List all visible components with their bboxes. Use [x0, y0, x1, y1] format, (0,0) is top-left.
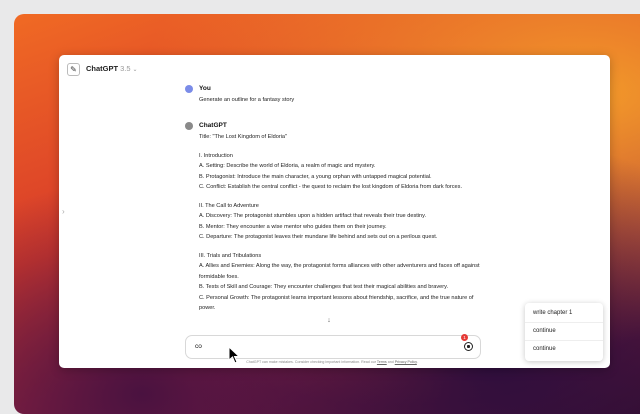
- scroll-down-arrow-icon[interactable]: ↓: [324, 316, 334, 326]
- terms-link[interactable]: Terms: [377, 360, 387, 364]
- section-heading: I. Introduction: [199, 152, 233, 159]
- suggestion-popup: write chapter 1 continue continue: [525, 303, 603, 361]
- outline-item: C. Conflict: Establish the central confl…: [199, 184, 463, 190]
- top-bar: ✎ ChatGPT 3.5 ⌄: [59, 55, 610, 81]
- section-heading: II. The Call to Adventure: [199, 202, 259, 209]
- outline-item: B. Tests of Skill and Courage: They enco…: [199, 284, 449, 290]
- privacy-link[interactable]: Privacy Policy: [395, 360, 417, 364]
- chevron-down-icon: ⌄: [132, 67, 138, 73]
- outline-item: A. Allies and Enemies: Along the way, th…: [199, 263, 480, 280]
- outline-item: A. Discovery: The protagonist stumbles u…: [199, 213, 427, 219]
- outline-item: B. Mentor: They encounter a wise mentor …: [199, 223, 387, 230]
- assistant-name: ChatGPT: [199, 122, 227, 129]
- user-message: You Generate an outline for a fantasy st…: [185, 85, 485, 107]
- story-title: Title: "The Lost Kingdom of Eldoria": [199, 134, 288, 140]
- assistant-avatar-icon: [185, 122, 193, 130]
- assistant-message-text: Title: "The Lost Kingdom of Eldoria" I. …: [199, 132, 489, 314]
- assistant-message: ChatGPT Title: "The Lost Kingdom of Eldo…: [185, 122, 485, 322]
- section-heading: III. Trials and Tribulations: [199, 252, 262, 259]
- outline-item: B. Protagonist: Introduce the main chara…: [199, 173, 432, 180]
- disclaimer-text: ChatGPT can make mistakes. Consider chec…: [246, 360, 376, 364]
- suggestion-item[interactable]: write chapter 1: [525, 305, 603, 321]
- outline-item: A. Setting: Describe the world of Eldori…: [199, 163, 376, 169]
- model-selector[interactable]: ChatGPT 3.5 ⌄: [86, 64, 138, 73]
- stop-icon[interactable]: [464, 342, 473, 351]
- sidebar-toggle-icon[interactable]: ›: [62, 207, 65, 216]
- suggestion-item[interactable]: continue: [525, 323, 603, 339]
- user-avatar-icon: [185, 85, 193, 93]
- edit-icon[interactable]: ✎: [67, 63, 80, 76]
- outline-item: C. Personal Growth: The protagonist lear…: [199, 294, 474, 312]
- suggestion-item[interactable]: continue: [525, 341, 603, 357]
- model-version: 3.5: [120, 64, 131, 73]
- user-name: You: [199, 85, 211, 92]
- model-name: ChatGPT: [86, 64, 119, 73]
- disclaimer-end: .: [416, 360, 418, 364]
- disclaimer-and: and: [387, 360, 394, 364]
- mouse-cursor-icon: [228, 346, 240, 364]
- notification-badge: 1: [461, 334, 468, 341]
- outline-item: C. Departure: The protagonist leaves the…: [199, 234, 438, 240]
- user-message-text: Generate an outline for a fantasy story: [199, 97, 295, 103]
